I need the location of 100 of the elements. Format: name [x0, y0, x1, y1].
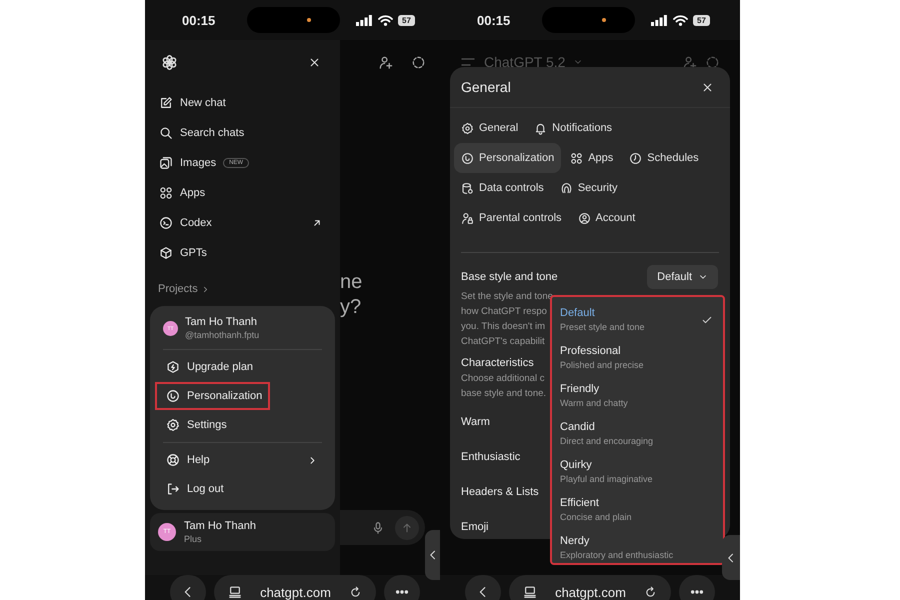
settings-tab[interactable]: General: [454, 113, 526, 143]
collapse-handle[interactable]: [722, 535, 740, 580]
battery-level: 57: [693, 14, 710, 26]
style-option[interactable]: Candid Direct and encouraging: [560, 415, 713, 453]
setting-label: Base style and tone: [461, 271, 558, 283]
style-option[interactable]: Quirky Playful and imaginative: [560, 453, 713, 491]
laptop-icon: [523, 585, 537, 599]
menu-item[interactable]: Personalization: [155, 382, 270, 410]
microphone-icon: [371, 520, 385, 534]
message-input[interactable]: [340, 510, 425, 545]
arrow-out-icon: [311, 217, 323, 229]
setting-label: Characteristics: [461, 356, 534, 371]
fingerprint-icon: [560, 182, 573, 194]
settings-icon: [461, 122, 474, 134]
address-bar[interactable]: chatgpt.com: [214, 575, 376, 600]
close-icon: [701, 80, 714, 94]
style-option[interactable]: Efficient Concise and plain: [560, 491, 713, 529]
battery-level: 57: [398, 14, 415, 26]
wifi-icon: [673, 14, 688, 26]
signal-icon: [356, 14, 372, 26]
check-icon: [701, 314, 713, 326]
bell-icon: [534, 122, 548, 134]
address-bar[interactable]: chatgpt.com: [509, 575, 671, 600]
clock-time: 00:15: [477, 12, 512, 28]
more-button[interactable]: [679, 575, 715, 600]
laptop-icon: [228, 585, 242, 599]
more-button[interactable]: [384, 575, 420, 600]
style-option[interactable]: Default Preset style and tone: [560, 301, 713, 339]
settings-tab[interactable]: Schedules: [622, 143, 706, 173]
dial-icon: [461, 152, 474, 164]
sidebar-item[interactable]: New chat: [150, 88, 335, 118]
settings-tab[interactable]: Security: [552, 173, 625, 203]
lifebuoy-icon: [166, 453, 180, 467]
settings-tab[interactable]: Data controls: [454, 173, 551, 203]
arrow-up-icon: [401, 522, 413, 534]
person-plus-icon: [378, 54, 393, 70]
sidebar-item-label: Search chats: [180, 127, 244, 139]
pencil-icon: [159, 96, 173, 110]
sidebar-item[interactable]: Apps: [150, 178, 335, 208]
back-button[interactable]: [465, 575, 501, 600]
setting-label: Emoji: [461, 520, 489, 535]
settings-icon: [166, 418, 180, 432]
send-button[interactable]: [395, 516, 419, 540]
user-name: Tam Ho Thanh: [185, 315, 258, 329]
sidebar-item-label: Apps: [180, 187, 206, 199]
url-text: chatgpt.com: [260, 584, 331, 600]
dashed-circle-icon: [705, 54, 720, 70]
clock-icon: [629, 152, 642, 164]
url-text: chatgpt.com: [555, 584, 626, 600]
terminal-icon: [159, 216, 173, 230]
grid-icon: [159, 186, 173, 200]
hexagon-icon: [166, 360, 180, 374]
user-handle: @tamhothanh.fptu: [185, 329, 260, 342]
menu-item[interactable]: Upgrade plan: [155, 353, 330, 381]
reload-icon: [348, 586, 362, 598]
sidebar-item[interactable]: Search chats: [150, 118, 335, 148]
reload-icon: [644, 586, 657, 598]
dialog-title: General: [461, 79, 511, 95]
search-icon: [159, 126, 173, 140]
setting-label: Warm: [461, 415, 490, 430]
close-icon: [308, 56, 321, 68]
signal-icon: [651, 14, 667, 26]
pictures-icon: [159, 156, 173, 170]
greeting-text: ne: [340, 270, 364, 295]
setting-description: ChatGPT's capabilit: [461, 335, 545, 349]
style-option[interactable]: Nerdy Exploratory and enthusiastic: [560, 529, 713, 563]
style-select[interactable]: Default: [647, 265, 718, 289]
settings-tab[interactable]: Account: [570, 203, 642, 233]
setting-description: base style and tone.: [461, 387, 546, 401]
setting-label: Headers & Lists: [461, 485, 539, 500]
settings-tab[interactable]: Notifications: [527, 113, 620, 143]
menu-item[interactable]: Settings: [155, 411, 330, 439]
user-circle-icon: [578, 212, 591, 224]
person-plus-icon: [682, 54, 697, 70]
sidebar-item[interactable]: Codex: [150, 208, 335, 238]
style-option[interactable]: Friendly Warm and chatty: [560, 377, 713, 415]
sidebar-item[interactable]: GPTs: [150, 238, 335, 268]
wifi-icon: [378, 14, 393, 26]
person-lock-icon: [461, 212, 474, 224]
grid-icon: [570, 152, 584, 164]
sidebar-item-label: New chat: [180, 97, 226, 109]
menu-item[interactable]: Log out: [155, 475, 330, 503]
collapse-handle[interactable]: [425, 530, 440, 580]
clock-time: 00:15: [182, 12, 216, 28]
settings-tab[interactable]: Apps: [563, 143, 620, 173]
dial-icon: [166, 389, 180, 403]
user-name: Tam Ho Thanh: [184, 518, 256, 532]
sidebar-item-label: Codex: [180, 217, 212, 229]
projects-link[interactable]: Projects: [150, 280, 335, 298]
cube-icon: [159, 246, 173, 260]
settings-tab[interactable]: Personalization: [454, 143, 562, 173]
settings-tab[interactable]: Parental controls: [454, 203, 569, 233]
logout-icon: [166, 482, 180, 496]
back-button[interactable]: [170, 575, 206, 600]
plan-label: Plus: [184, 532, 203, 546]
setting-description: Choose additional c: [461, 372, 544, 386]
setting-description: how ChatGPT respo: [461, 305, 547, 319]
style-option[interactable]: Professional Polished and precise: [560, 339, 713, 377]
sidebar-item-label: GPTs: [180, 247, 207, 259]
menu-item[interactable]: Help: [155, 446, 330, 474]
